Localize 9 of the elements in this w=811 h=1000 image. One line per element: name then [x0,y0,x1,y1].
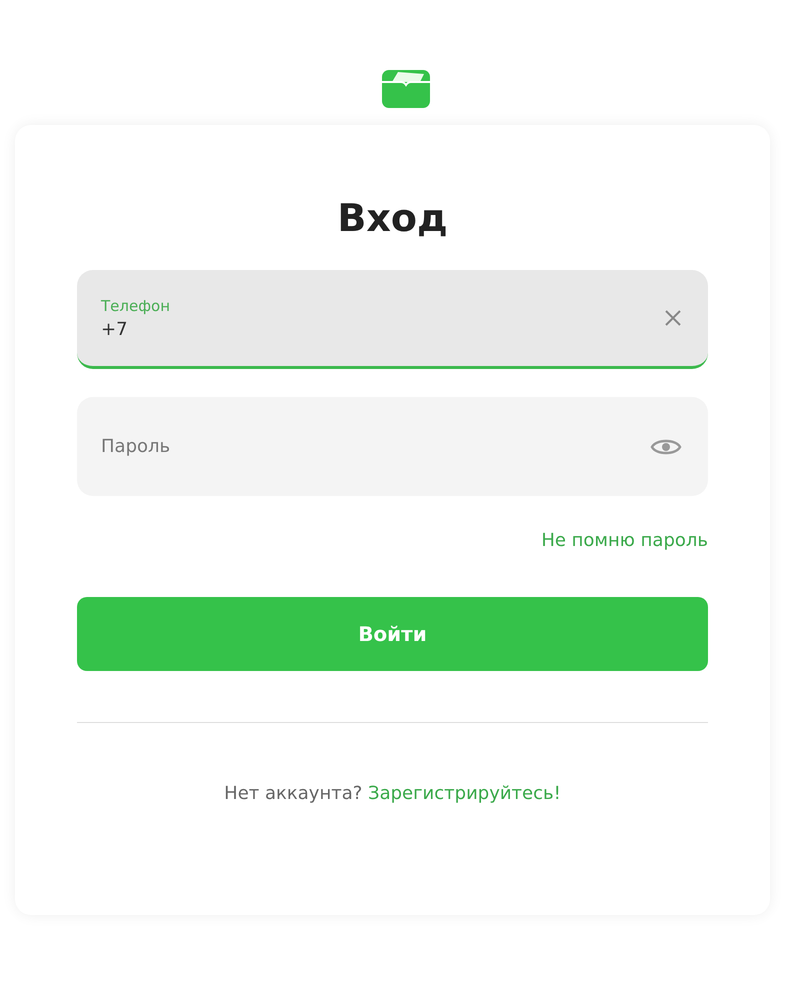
login-title: Вход [336,195,449,242]
login-button[interactable]: Войти [77,597,708,671]
password-field[interactable]: Пароль [77,397,708,496]
phone-field[interactable]: Телефон +7 [77,270,708,369]
forgot-password-link[interactable]: Не помню пароль [541,530,708,551]
clear-icon[interactable] [664,309,682,327]
wallet-logo-icon [382,70,430,108]
signup-link[interactable]: Зарегистрируйтесь! [368,783,561,804]
signup-prompt: Нет аккаунта? Зарегистрируйтесь! [223,783,562,804]
